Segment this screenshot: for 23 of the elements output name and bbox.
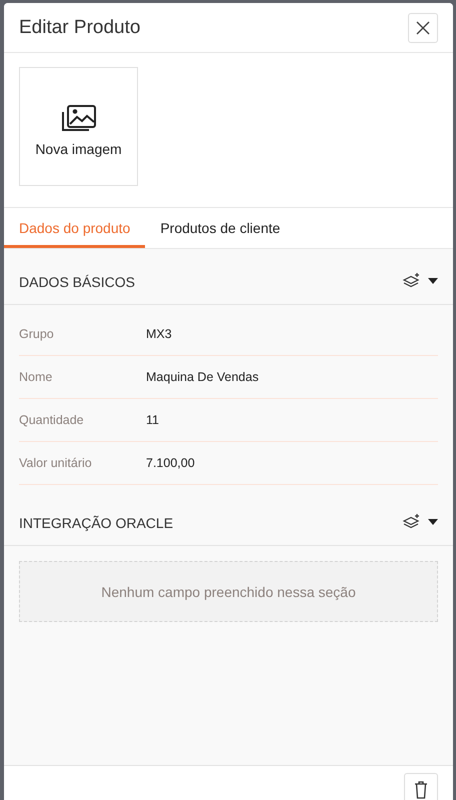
- trash-icon: [414, 781, 428, 799]
- field-label: Grupo: [19, 327, 55, 341]
- tab[interactable]: Produtos de cliente: [145, 208, 296, 248]
- delete-button[interactable]: [404, 773, 438, 800]
- dialog-title: Editar Produto: [19, 16, 142, 38]
- caret-down-icon[interactable]: [428, 519, 438, 525]
- section-title: DADOS BÁSICOS: [19, 274, 136, 290]
- field-label: Valor unitário: [19, 456, 93, 470]
- field-value: 11: [146, 413, 159, 427]
- field-label: Quantidade: [19, 413, 85, 427]
- field-value: 7.100,00: [146, 456, 195, 470]
- image-icon: [60, 104, 96, 132]
- empty-state-panel: Nenhum campo preenchido nessa seção: [19, 561, 438, 622]
- close-icon: [416, 20, 430, 34]
- field-value: MX3: [146, 327, 172, 341]
- field-value: Maquina De Vendas: [146, 370, 259, 384]
- layers-plus-icon[interactable]: [402, 513, 422, 531]
- close-button[interactable]: [408, 12, 438, 42]
- section-title: INTEGRAÇÃO ORACLE: [19, 515, 174, 531]
- new-image-button[interactable]: Nova imagem: [19, 67, 138, 186]
- caret-down-icon[interactable]: [428, 278, 438, 284]
- layers-plus-icon[interactable]: [402, 272, 422, 290]
- field-label: Nome: [19, 370, 54, 384]
